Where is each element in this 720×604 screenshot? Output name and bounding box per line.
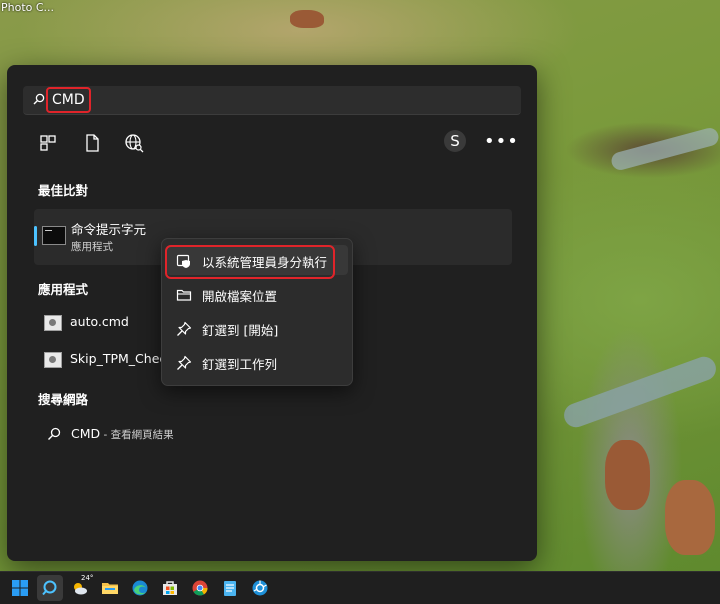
- taskbar-file-explorer[interactable]: [97, 575, 123, 601]
- web-filter-icon[interactable]: [123, 132, 145, 154]
- menu-item-label: 釘選到 [開始]: [202, 323, 279, 338]
- section-title-best-match: 最佳比對: [38, 183, 89, 198]
- wallpaper-horse: [665, 480, 715, 555]
- section-title-web: 搜尋網路: [38, 392, 89, 407]
- menu-item-label: 釘選到工作列: [202, 357, 278, 372]
- weather-temperature: 24°: [81, 574, 94, 582]
- search-input[interactable]: CMD: [46, 87, 91, 113]
- wallpaper-horse: [605, 440, 650, 510]
- search-button[interactable]: [37, 575, 63, 601]
- search-icon: [33, 93, 45, 105]
- app-name: auto.cmd: [70, 314, 129, 329]
- start-icon: [12, 580, 28, 596]
- web-result-query: CMD: [71, 426, 101, 441]
- more-options-button[interactable]: •••: [484, 131, 519, 152]
- apps-filter-icon[interactable]: [37, 132, 59, 154]
- app-name: Skip_TPM_Chec: [70, 351, 167, 366]
- edge-icon: [132, 580, 148, 596]
- menu-item-pin-to-taskbar[interactable]: 釘選到工作列: [166, 347, 348, 377]
- cmd-script-icon: [44, 352, 62, 368]
- folder-icon: [176, 289, 192, 301]
- wallpaper-horse: [290, 10, 324, 28]
- taskbar: 24°: [0, 571, 720, 604]
- best-match-name: 命令提示字元: [71, 222, 147, 237]
- account-avatar[interactable]: S: [444, 130, 466, 152]
- wallpaper-stream: [609, 126, 720, 172]
- section-title-apps: 應用程式: [38, 282, 89, 297]
- documents-filter-icon[interactable]: [81, 132, 103, 154]
- pin-icon: [177, 321, 192, 336]
- menu-item-open-file-location[interactable]: 開啟檔案位置: [166, 279, 348, 309]
- pin-icon: [177, 355, 192, 370]
- command-prompt-icon: [42, 226, 66, 245]
- menu-item-label: 開啟檔案位置: [202, 289, 278, 304]
- taskbar-edge[interactable]: [127, 575, 153, 601]
- taskbar-chrome[interactable]: [187, 575, 213, 601]
- store-icon: [163, 581, 177, 595]
- start-button[interactable]: [7, 575, 33, 601]
- wallpaper-stream: [560, 353, 720, 431]
- taskbar-camera-app[interactable]: [247, 575, 273, 601]
- desktop-icon-label[interactable]: Photo C...: [1, 1, 54, 14]
- selection-accent: [34, 226, 37, 246]
- weather-widget[interactable]: 24°: [67, 574, 94, 601]
- highlight-box: [165, 245, 335, 279]
- taskbar-store[interactable]: [157, 575, 183, 601]
- context-menu: 以系統管理員身分執行 開啟檔案位置 釘選到 [開始] 釘選到工作列: [161, 238, 353, 386]
- search-icon: [48, 427, 61, 440]
- search-icon: [42, 580, 57, 596]
- best-match-type: 應用程式: [71, 241, 113, 253]
- camera-app-icon: [252, 580, 268, 596]
- taskbar-notepad[interactable]: [217, 575, 243, 601]
- web-result-suffix: - 查看網頁結果: [100, 429, 174, 441]
- search-box[interactable]: CMD: [23, 86, 521, 115]
- notepad-icon: [224, 581, 236, 596]
- cmd-script-icon: [44, 315, 62, 331]
- chrome-icon: [192, 580, 208, 596]
- menu-item-pin-to-start[interactable]: 釘選到 [開始]: [166, 313, 348, 343]
- file-explorer-icon: [102, 583, 118, 594]
- web-result-label: CMD - 查看網頁結果: [71, 426, 174, 442]
